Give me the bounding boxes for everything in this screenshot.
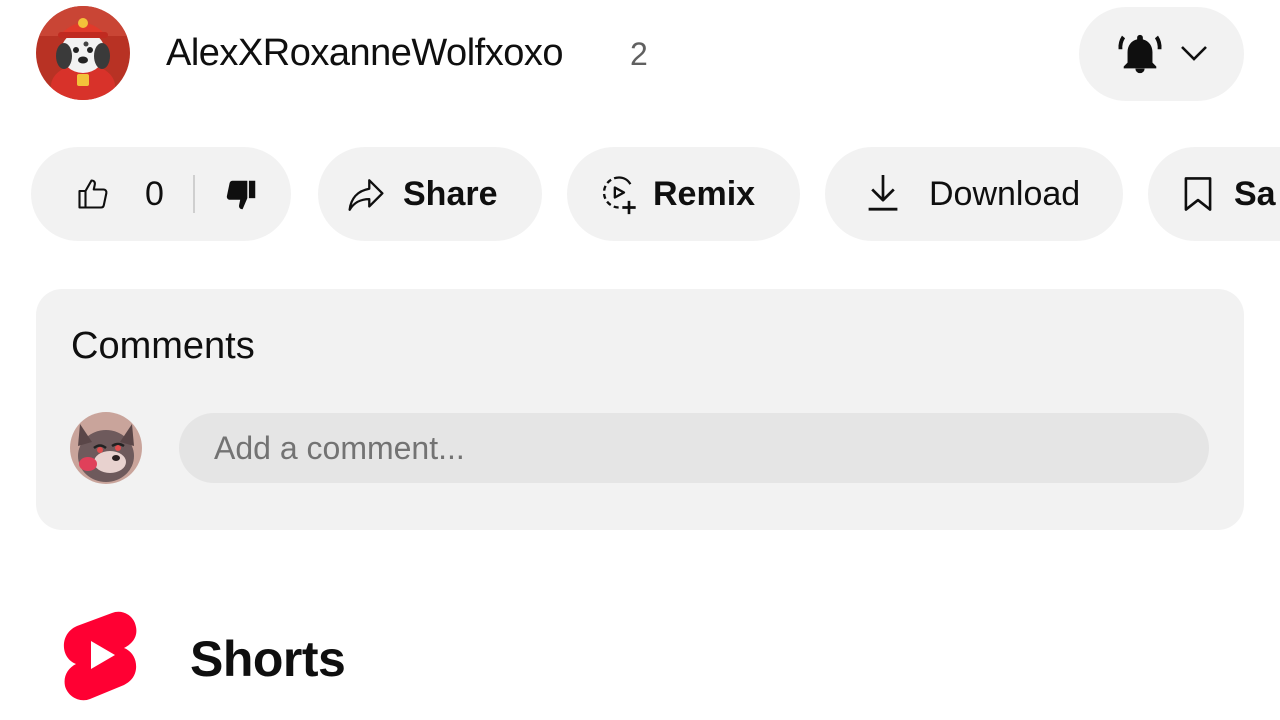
dislike-button[interactable] — [194, 147, 291, 241]
comments-title: Comments — [71, 325, 255, 367]
thumbs-down-filled-icon — [226, 180, 256, 210]
channel-name[interactable]: AlexXRoxanneWolfxoxo — [166, 32, 563, 75]
actions-row: 0 Share Remix Download Sa — [0, 147, 1280, 241]
save-label: Sa — [1234, 175, 1276, 213]
shorts-logo-icon — [63, 611, 137, 701]
video-details-page: AlexXRoxanneWolfxoxo 2 0 Share Remix Dow… — [0, 0, 1280, 720]
download-icon — [868, 175, 898, 211]
user-avatar — [70, 412, 142, 484]
download-label: Download — [929, 175, 1081, 213]
remix-label: Remix — [653, 175, 756, 213]
bell-filled-icon — [1118, 34, 1162, 74]
bookmark-icon — [1184, 177, 1212, 211]
like-count: 0 — [145, 175, 164, 213]
subscriber-count: 2 — [630, 36, 648, 72]
comments-section[interactable]: Comments — [36, 289, 1244, 530]
notification-settings-button[interactable] — [1079, 7, 1244, 101]
share-arrow-icon — [348, 179, 384, 211]
save-button[interactable]: Sa — [1148, 147, 1280, 241]
channel-avatar[interactable] — [36, 6, 130, 100]
download-button[interactable]: Download — [825, 147, 1123, 241]
share-button[interactable]: Share — [318, 147, 542, 241]
remix-button[interactable]: Remix — [567, 147, 800, 241]
share-label: Share — [403, 175, 498, 213]
remix-icon — [602, 176, 636, 215]
thumbs-up-icon[interactable] — [75, 176, 111, 212]
channel-row: AlexXRoxanneWolfxoxo 2 — [36, 6, 1246, 101]
like-dislike-group: 0 — [31, 147, 291, 241]
comment-input[interactable] — [179, 413, 1209, 483]
shorts-section-title: Shorts — [190, 631, 346, 687]
chevron-down-icon — [1181, 46, 1207, 61]
